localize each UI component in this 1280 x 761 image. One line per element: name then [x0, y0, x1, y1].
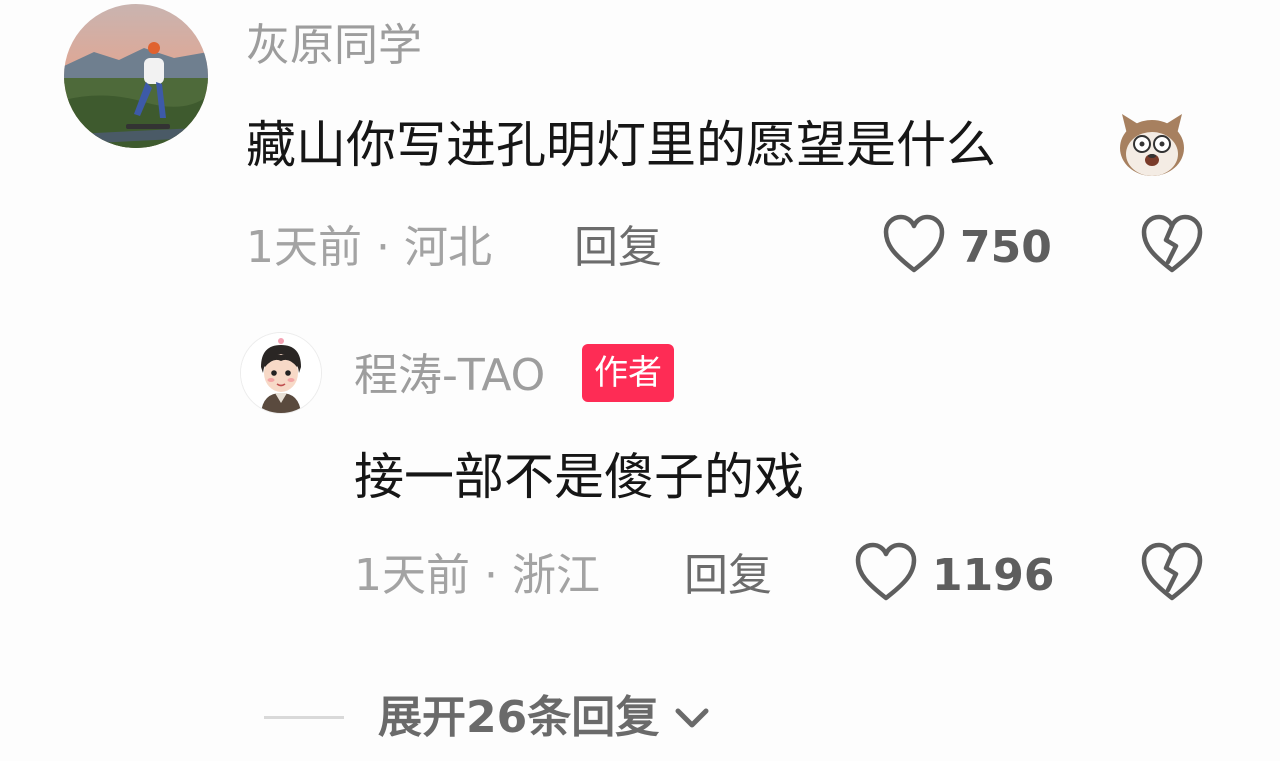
- expand-divider: [264, 716, 344, 719]
- expand-replies-button[interactable]: 展开26条回复: [378, 696, 712, 746]
- comment-meta: 1天前 · 河北: [246, 222, 492, 273]
- expand-replies-label: 展开26条回复: [378, 692, 660, 743]
- chevron-down-icon: [672, 703, 712, 733]
- dog-face-emoji-icon: [1114, 104, 1190, 180]
- reply-reply-button[interactable]: 回复: [684, 554, 772, 598]
- comment-text: 藏山你写进孔明灯里的愿望是什么: [246, 116, 996, 174]
- heart-icon[interactable]: [882, 214, 946, 274]
- author-avatar[interactable]: [240, 332, 322, 414]
- author-badge: 作者: [582, 344, 674, 402]
- comment-like-count: 750: [960, 222, 1052, 273]
- comment-thread: 灰原同学 藏山你写进孔明灯里的愿望是什么 1天前 · 河北 回复 750 程涛-…: [0, 0, 1280, 761]
- author-username[interactable]: 程涛-TAO: [354, 354, 545, 398]
- heart-icon[interactable]: [854, 542, 918, 602]
- comment-reply-button[interactable]: 回复: [574, 226, 662, 270]
- reply-text: 接一部不是傻子的戏: [354, 448, 804, 506]
- commenter-avatar[interactable]: [64, 4, 208, 148]
- reply-meta: 1天前 · 浙江: [354, 550, 600, 601]
- broken-heart-icon[interactable]: [1140, 542, 1204, 602]
- broken-heart-icon[interactable]: [1140, 214, 1204, 274]
- commenter-username[interactable]: 灰原同学: [246, 24, 422, 68]
- reply-like-count: 1196: [932, 550, 1055, 601]
